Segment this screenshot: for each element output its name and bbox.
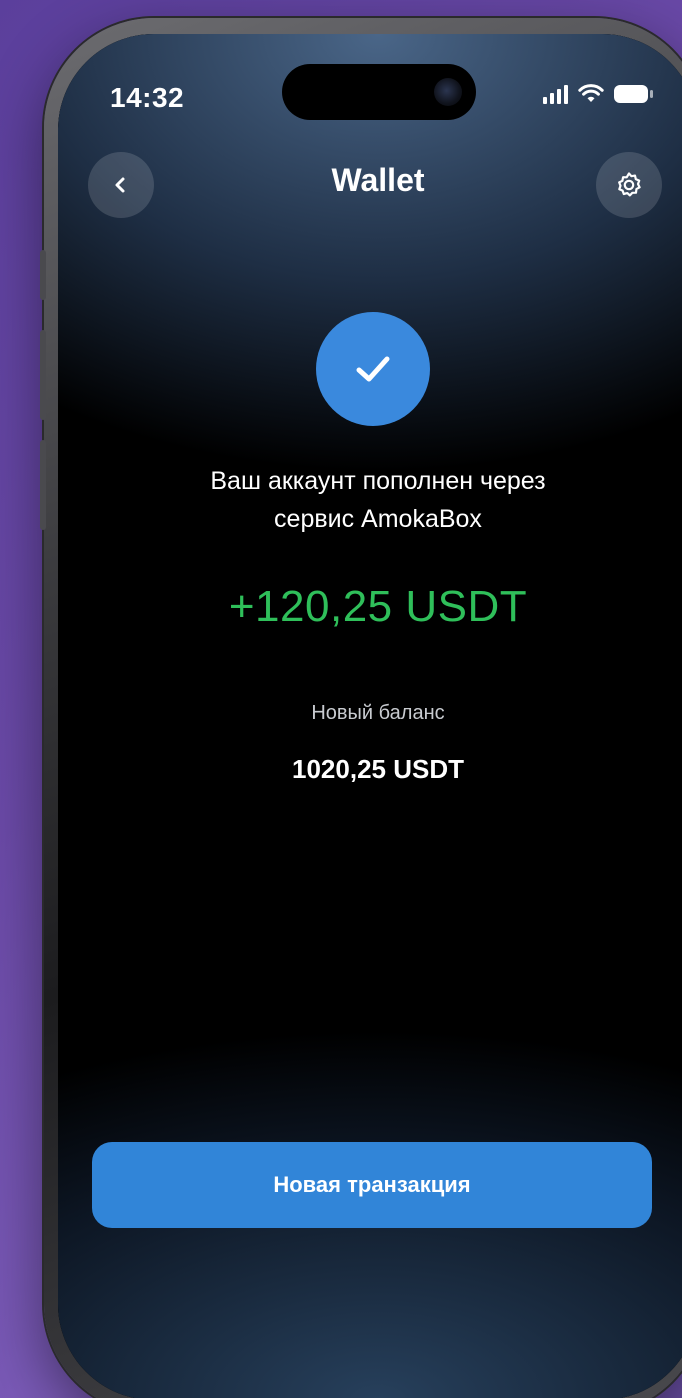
new-balance-label: Новый баланс xyxy=(311,702,445,724)
checkmark-icon xyxy=(356,356,390,382)
topup-amount: +120,25 USDT xyxy=(228,582,528,631)
success-message: Ваш аккаунт пополнен через сервис AmokaB… xyxy=(118,462,638,538)
success-message-line2: сервис AmokaBox xyxy=(274,505,482,533)
backdrop: 14:32 Wallet Ваш аккаунт пополнен через … xyxy=(0,0,682,1398)
phone-side-button xyxy=(40,250,46,300)
new-balance-value: 1020,25 USDT xyxy=(292,754,464,784)
phone-volume-up-button xyxy=(40,330,46,420)
new-transaction-button[interactable]: Новая транзакция xyxy=(92,1142,652,1228)
phone-volume-down-button xyxy=(40,440,46,530)
phone-screen: 14:32 Wallet Ваш аккаунт пополнен через … xyxy=(58,34,682,1398)
success-message-line1: Ваш аккаунт пополнен через xyxy=(210,467,546,495)
success-badge xyxy=(316,312,430,426)
success-content: Ваш аккаунт пополнен через сервис AmokaB… xyxy=(58,34,682,1398)
